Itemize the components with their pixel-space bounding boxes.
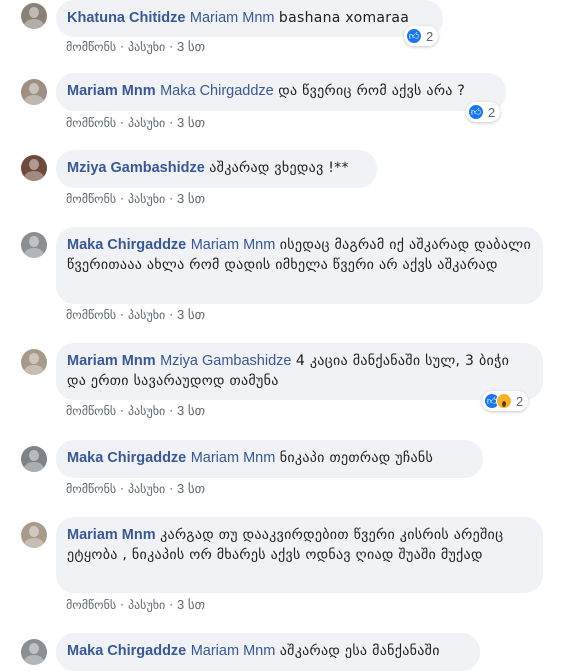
reaction-count: 2: [488, 104, 496, 120]
comment-author[interactable]: Mariam Mnm: [67, 353, 156, 369]
separator: ·: [120, 116, 124, 130]
comment-author[interactable]: Maka Chirgaddze: [67, 237, 186, 253]
mention-tag[interactable]: Mariam Mnm: [190, 10, 275, 26]
separator: ·: [120, 482, 124, 496]
mention-tag[interactable]: Maka Chirgaddze: [160, 83, 274, 99]
like-link[interactable]: მომწონს: [66, 40, 116, 54]
thumbs-up-icon: 👍︎: [468, 104, 484, 120]
like-link[interactable]: მომწონს: [66, 308, 116, 322]
reaction-count: 2: [516, 393, 524, 409]
separator: ·: [169, 482, 174, 496]
like-link[interactable]: მომწონს: [66, 116, 116, 130]
mention-tag[interactable]: Mariam Mnm: [191, 643, 276, 659]
comment-text: bashana xomaraa: [278, 10, 410, 26]
mention-tag[interactable]: Mariam Mnm: [191, 450, 276, 466]
separator: ·: [120, 598, 124, 612]
separator: ·: [120, 40, 124, 54]
comment-actions: მომწონს · პასუხი · 3 სთ: [66, 597, 205, 613]
reaction-count: 2: [426, 28, 434, 44]
avatar[interactable]: [21, 3, 47, 29]
separator: ·: [169, 40, 174, 54]
reply-link[interactable]: პასუხი: [128, 192, 165, 206]
comment-author[interactable]: Maka Chirgaddze: [67, 450, 186, 466]
separator: ·: [169, 598, 174, 612]
timestamp[interactable]: 3 სთ: [177, 403, 205, 418]
like-link[interactable]: მომწონს: [66, 598, 116, 612]
like-link[interactable]: მომწონს: [66, 192, 116, 206]
comment-bubble: Maka Chirgaddze Mariam Mnm ნიკაპი თეთრად…: [56, 440, 483, 478]
comment-author[interactable]: Maka Chirgaddze: [67, 643, 186, 659]
comment-actions: მომწონს · პასუხი · 3 სთ: [66, 39, 205, 55]
comment-bubble: Khatuna Chitidze Mariam Mnm bashana xoma…: [56, 0, 443, 37]
reactions-summary[interactable]: 👍︎ 2: [466, 102, 501, 122]
comment-bubble: Mariam Mnm კარგად თუ დააკვირდებით წვერი …: [56, 517, 543, 593]
like-link[interactable]: მომწონს: [66, 404, 116, 418]
avatar[interactable]: [21, 79, 47, 105]
comment-author[interactable]: Khatuna Chitidze: [67, 10, 185, 26]
reply-link[interactable]: პასუხი: [128, 598, 165, 612]
comment-text: და წვერიც რომ აქვს არა ?: [278, 83, 466, 99]
separator: ·: [120, 404, 124, 418]
comment-actions: მომწონს · პასუხი · 3 სთ: [66, 403, 205, 419]
comment-actions: მომწონს · პასუხი · 3 სთ: [66, 115, 205, 131]
comment-bubble: Mariam Mnm Mziya Gambashidze 4 კაცია მან…: [56, 343, 543, 400]
thumbs-up-icon: 👍︎: [406, 28, 422, 44]
comment-actions: მომწონს · პასუხი · 3 სთ: [66, 191, 205, 207]
reply-link[interactable]: პასუხი: [128, 404, 165, 418]
separator: ·: [169, 116, 174, 130]
avatar[interactable]: [21, 232, 47, 258]
reply-link[interactable]: პასუხი: [128, 482, 165, 496]
reply-link[interactable]: პასუხი: [128, 116, 165, 130]
avatar[interactable]: [21, 349, 47, 375]
timestamp[interactable]: 3 სთ: [177, 597, 205, 612]
like-link[interactable]: მომწონს: [66, 482, 116, 496]
comment-text: აშკარად ვხედავ !**: [209, 160, 349, 176]
comment-bubble: Mziya Gambashidze აშკარად ვხედავ !**: [56, 150, 377, 188]
comment-bubble: Maka Chirgaddze Mariam Mnm ისედაც მაგრამ…: [56, 227, 543, 304]
comment-actions: მომწონს · პასუხი · 3 სთ: [66, 307, 205, 323]
wow-face-icon: [496, 393, 512, 409]
reactions-summary[interactable]: 👍︎ 2: [404, 26, 439, 46]
timestamp[interactable]: 3 სთ: [177, 39, 205, 54]
avatar[interactable]: [21, 155, 47, 181]
avatar[interactable]: [21, 446, 47, 472]
comment-text: აშკარად ესა მანქანაში: [279, 643, 440, 659]
comment-bubble: Maka Chirgaddze Mariam Mnm აშკარად ესა მ…: [56, 633, 480, 671]
separator: ·: [169, 192, 174, 206]
comment-author[interactable]: Mariam Mnm: [67, 527, 156, 543]
comment-actions: მომწონს · პასუხი · 3 სთ: [66, 481, 205, 497]
separator: ·: [169, 308, 174, 322]
comment-text: ნიკაპი თეთრად უჩანს: [279, 450, 434, 466]
separator: ·: [169, 404, 174, 418]
reply-link[interactable]: პასუხი: [128, 40, 165, 54]
timestamp[interactable]: 3 სთ: [177, 481, 205, 496]
mention-tag[interactable]: Mariam Mnm: [191, 237, 276, 253]
separator: ·: [120, 308, 124, 322]
avatar[interactable]: [21, 639, 47, 665]
separator: ·: [120, 192, 124, 206]
timestamp[interactable]: 3 სთ: [177, 115, 205, 130]
timestamp[interactable]: 3 სთ: [177, 191, 205, 206]
avatar[interactable]: [21, 522, 47, 548]
reply-link[interactable]: პასუხი: [128, 308, 165, 322]
comment-author[interactable]: Mziya Gambashidze: [67, 160, 205, 176]
comment-bubble: Mariam Mnm Maka Chirgaddze და წვერიც რომ…: [56, 73, 506, 111]
reactions-summary[interactable]: 👍︎ 2: [482, 391, 529, 411]
timestamp[interactable]: 3 სთ: [177, 307, 205, 322]
comment-author[interactable]: Mariam Mnm: [67, 83, 156, 99]
mention-tag[interactable]: Mziya Gambashidze: [160, 353, 291, 369]
